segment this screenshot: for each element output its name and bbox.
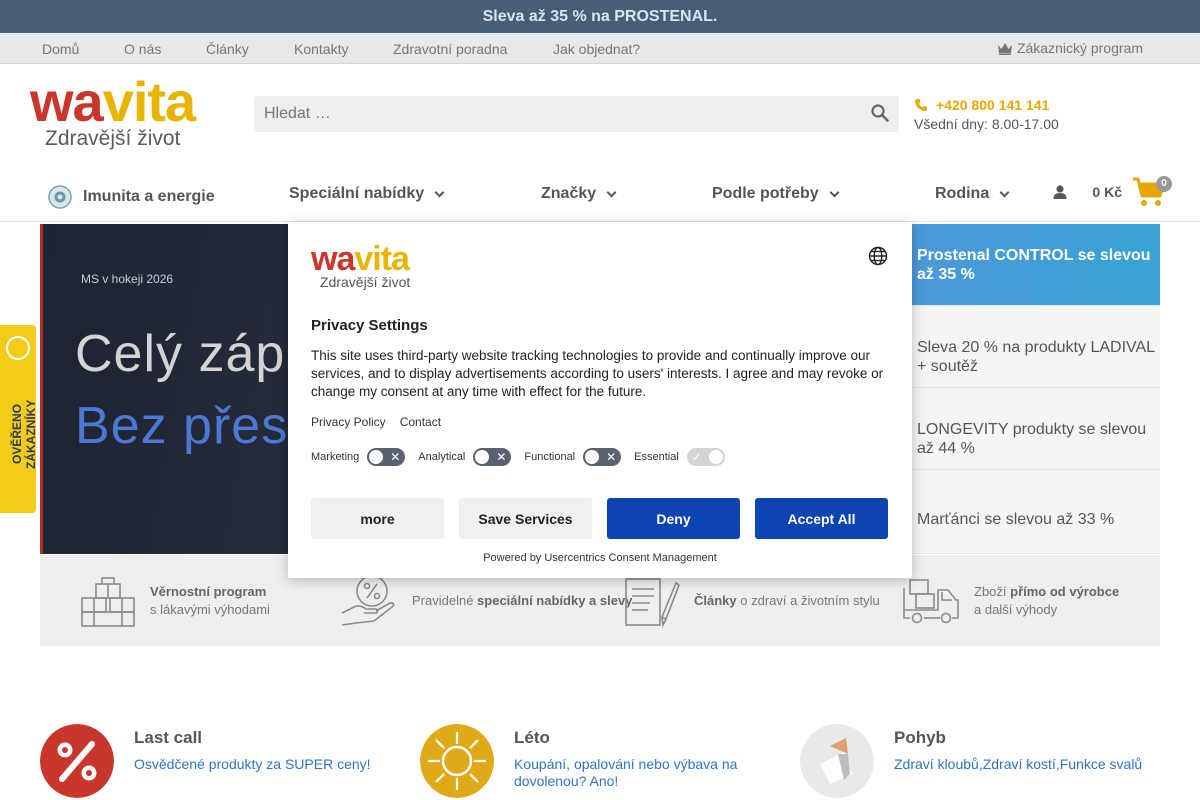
functional-toggle-label: Functional	[524, 451, 576, 463]
account-cart-area: 0 Kč 0	[1052, 175, 1172, 209]
chevron-down-icon	[606, 187, 617, 197]
category-highlights: Last call Osvědčené produkty za SUPER ce…	[0, 724, 1200, 800]
side-promo-longevity[interactable]: LONGEVITY produkty se slevou až 44 %	[912, 388, 1160, 470]
site-logo[interactable]: wavita Zdravější život	[30, 74, 225, 152]
percent-hand-icon	[341, 574, 395, 626]
main-navigation: Imunita a energie Speciální nabídky Znač…	[0, 175, 1200, 222]
chevron-down-icon	[829, 187, 840, 197]
consent-description: This site uses third-party website track…	[311, 348, 884, 399]
search-bar	[254, 96, 899, 132]
phone-number[interactable]: +420 800 141 141	[914, 97, 1059, 113]
essential-toggle: ✓	[686, 448, 725, 466]
percent-icon	[40, 724, 114, 798]
hero-tag: MS v hokeji 2026	[81, 272, 174, 286]
promo-side-list: Prostenal CONTROL se slevou až 35 % Slev…	[912, 224, 1160, 554]
promo-banner[interactable]: Sleva až 35 % na PROSTENAL.	[0, 0, 1200, 33]
nav-item-immunity-label: Imunita a energie	[83, 188, 215, 205]
category-title: Léto	[514, 728, 550, 747]
nav-item-family[interactable]: Rodina	[935, 185, 1010, 203]
category-title: Pohyb	[894, 728, 946, 747]
benefit-loyalty[interactable]: Věrnostní program s lákavými výhodami	[80, 555, 270, 646]
deny-button[interactable]: Deny	[607, 498, 740, 539]
benefit-direct-producer[interactable]: Zboží přímo od výrobce a další výhody	[902, 555, 1119, 646]
topnav-link-health-advice[interactable]: Zdravotní poradna	[393, 41, 507, 57]
more-button[interactable]: more	[311, 498, 444, 539]
side-promo-ladival[interactable]: Sleva 20 % na produkty LADIVAL + soutěž	[912, 306, 1160, 388]
privacy-policy-link[interactable]: Privacy Policy	[311, 415, 386, 429]
topnav-link-contacts[interactable]: Kontakty	[294, 41, 348, 57]
nav-item-brands-label: Značky	[541, 185, 597, 202]
verified-customers-badge[interactable]: OVĚŘENO ZÁKAZNÍKY	[0, 325, 38, 513]
essential-toggle-label: Essential	[634, 451, 679, 463]
cart-count-badge: 0	[1156, 176, 1172, 192]
nav-item-special-offers-label: Speciální nabídky	[289, 185, 425, 202]
contact-info: +420 800 141 141 Všední dny: 8.00-17.00	[914, 97, 1059, 132]
cart-total[interactable]: 0 Kč	[1092, 184, 1122, 200]
nav-item-brands[interactable]: Značky	[541, 185, 617, 203]
nav-item-immunity[interactable]: Imunita a energie	[48, 185, 215, 209]
phone-icon	[915, 99, 927, 111]
user-icon[interactable]	[1052, 184, 1068, 200]
nav-item-family-label: Rodina	[935, 185, 990, 202]
category-subtitle[interactable]: Zdraví kloubů,Zdraví kostí,Funkce svalů	[894, 756, 1164, 773]
category-subtitle[interactable]: Osvědčené produkty za SUPER ceny!	[134, 756, 394, 773]
hero-subheadline: Bez přes	[75, 397, 289, 455]
category-title: Last call	[134, 728, 203, 747]
joint-icon	[800, 724, 874, 798]
consent-powered-by: Powered by Usercentrics Consent Manageme…	[483, 552, 717, 564]
chevron-down-icon	[434, 187, 445, 197]
consent-logo: wavita Zdravější život	[311, 240, 411, 290]
document-pen-icon	[625, 577, 680, 628]
marketing-toggle-label: Marketing	[311, 451, 360, 463]
site-header: wavita Zdravější život +420 800 141 141 …	[0, 64, 1200, 174]
nav-item-by-need-label: Podle potřeby	[712, 185, 819, 202]
gift-boxes-icon	[81, 576, 135, 627]
analytical-toggle[interactable]: ✕	[473, 448, 512, 466]
side-promo-prostenal[interactable]: Prostenal CONTROL se slevou až 35 %	[912, 224, 1160, 306]
topnav-link-home[interactable]: Domů	[42, 41, 79, 57]
nav-item-by-need[interactable]: Podle potřeby	[712, 185, 840, 203]
verified-customers-label: OVĚŘENO ZÁKAZNÍKY	[10, 399, 38, 469]
top-navigation: Domů O nás Články Kontakty Zdravotní por…	[0, 33, 1200, 64]
topnav-link-articles[interactable]: Články	[206, 41, 249, 57]
loyalty-program-label: Zákaznický program	[1016, 40, 1143, 56]
immunity-icon	[48, 185, 72, 209]
accept-all-button[interactable]: Accept All	[755, 498, 888, 539]
consent-buttons: more Save Services Deny Accept All	[311, 498, 888, 539]
consent-links: Privacy Policy Contact	[311, 415, 889, 429]
hero-headline: Celý záp	[75, 325, 286, 383]
opening-hours: Všední dny: 8.00-17.00	[914, 116, 1059, 132]
functional-toggle[interactable]: ✕	[583, 448, 622, 466]
analytical-toggle-label: Analytical	[418, 451, 466, 463]
delivery-truck-icon	[903, 578, 959, 623]
consent-toggles: Marketing ✕ Analytical ✕ Functional ✕ Es…	[311, 448, 889, 466]
crown-icon	[997, 42, 1012, 55]
search-icon[interactable]	[871, 104, 889, 122]
topnav-link-how-to-order[interactable]: Jak objednat?	[553, 41, 640, 57]
topnav-link-about[interactable]: O nás	[124, 41, 161, 57]
search-input[interactable]	[254, 96, 844, 132]
nav-item-special-offers[interactable]: Speciální nabídky	[289, 185, 445, 203]
save-services-button[interactable]: Save Services	[459, 498, 592, 539]
category-subtitle[interactable]: Koupání, opalování nebo výbava na dovole…	[514, 756, 754, 790]
verified-seal-icon	[6, 336, 30, 360]
logo-tagline: Zdravější život	[45, 127, 181, 150]
privacy-settings-dialog: wavita Zdravější život Privacy Settings …	[288, 222, 912, 578]
sun-icon	[420, 724, 494, 798]
loyalty-program-link[interactable]: Zákaznický program	[997, 40, 1143, 56]
language-globe-icon[interactable]	[868, 246, 888, 266]
cart-button[interactable]: 0	[1132, 175, 1172, 209]
marketing-toggle[interactable]: ✕	[367, 448, 406, 466]
chevron-down-icon	[999, 187, 1010, 197]
side-promo-martanci[interactable]: Marťánci se slevou až 33 %	[912, 470, 1160, 554]
contact-link[interactable]: Contact	[400, 415, 441, 429]
consent-title: Privacy Settings	[311, 317, 428, 334]
